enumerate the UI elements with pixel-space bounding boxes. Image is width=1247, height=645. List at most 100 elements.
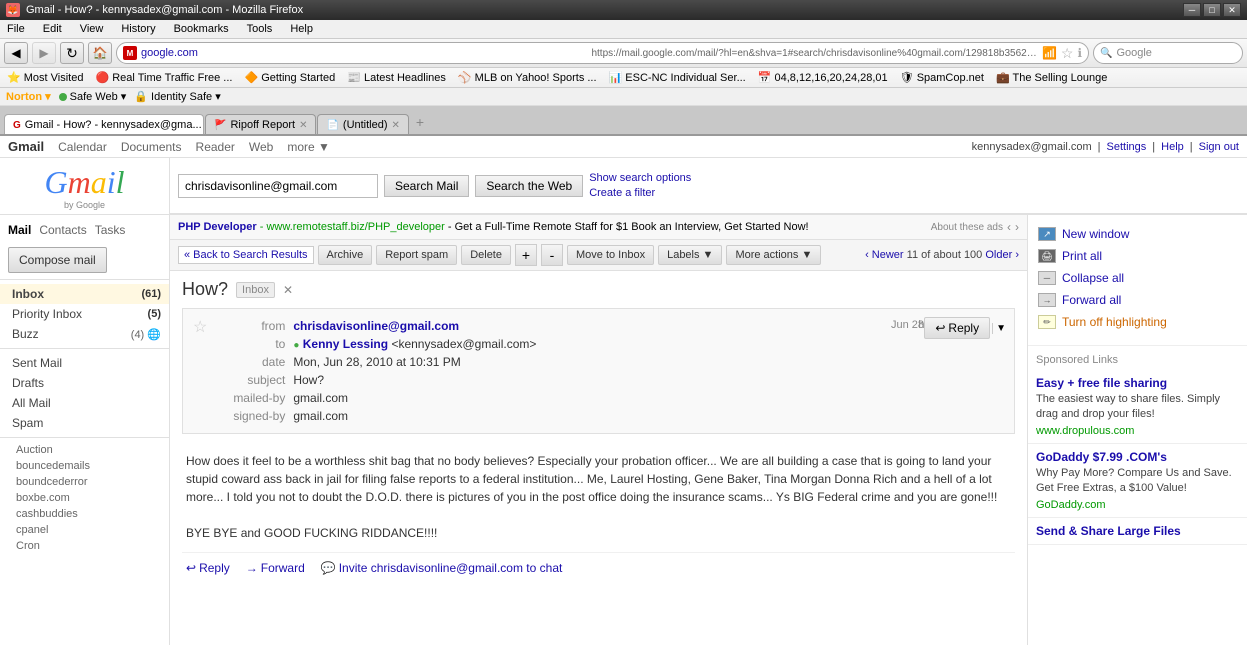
search-input[interactable] bbox=[178, 174, 378, 198]
nav-web[interactable]: Web bbox=[249, 140, 273, 154]
move-to-inbox-btn[interactable]: Move to Inbox bbox=[567, 245, 654, 265]
bookmark-spamcop[interactable]: 🛡 SpamCop.net bbox=[897, 70, 987, 85]
reply-dropdown-btn[interactable]: ▼ bbox=[992, 323, 1006, 334]
compose-btn[interactable]: Compose mail bbox=[8, 247, 107, 273]
info-icon[interactable]: ℹ bbox=[1077, 46, 1082, 60]
sidebar-item-priority[interactable]: Priority Inbox (5) bbox=[0, 304, 169, 324]
sidebar-tasks-label[interactable]: Tasks bbox=[95, 223, 126, 237]
forward-footer-link[interactable]: → Forward bbox=[246, 561, 305, 575]
bookmark-most-visited[interactable]: ⭐ Most Visited bbox=[4, 70, 86, 85]
archive-btn[interactable]: Archive bbox=[318, 245, 373, 265]
minimize-btn[interactable]: ─ bbox=[1183, 3, 1201, 17]
new-window-link[interactable]: ↗ New window bbox=[1036, 223, 1239, 245]
tab-ripoff-close[interactable]: ✕ bbox=[299, 120, 307, 131]
nav-calendar[interactable]: Calendar bbox=[58, 140, 107, 154]
back-to-search-btn[interactable]: « Back to Search Results bbox=[178, 246, 314, 264]
sidebar-mail-label[interactable]: Mail bbox=[8, 223, 31, 237]
search-mail-btn[interactable]: Search Mail bbox=[384, 175, 469, 197]
home-btn[interactable]: 🏠 bbox=[88, 42, 112, 64]
delete-btn[interactable]: Delete bbox=[461, 245, 511, 265]
importance-plus-btn[interactable]: + bbox=[515, 244, 537, 266]
sidebar-sub-cpanel[interactable]: cpanel bbox=[0, 522, 169, 538]
ad-prev-btn[interactable]: ‹ bbox=[1007, 220, 1011, 234]
menu-bookmarks[interactable]: Bookmarks bbox=[171, 22, 232, 36]
turn-off-highlighting-link[interactable]: ✏ Turn off highlighting bbox=[1036, 311, 1239, 333]
nav-reader[interactable]: Reader bbox=[196, 140, 235, 154]
ad2-title[interactable]: Send & Share Large Files bbox=[1036, 524, 1181, 538]
rss-icon[interactable]: 📶 bbox=[1042, 46, 1057, 60]
reply-footer-link[interactable]: ↩ Reply bbox=[186, 561, 230, 575]
older-link[interactable]: Older › bbox=[985, 249, 1019, 261]
show-options-link[interactable]: Show search options bbox=[589, 172, 691, 184]
sidebar-item-allmail[interactable]: All Mail bbox=[0, 393, 169, 413]
ad0-title[interactable]: Easy + free file sharing bbox=[1036, 376, 1167, 390]
sidebar-sub-cron[interactable]: Cron bbox=[0, 538, 169, 554]
tab-ripoff[interactable]: 🚩 Ripoff Report ✕ bbox=[205, 114, 316, 134]
menu-history[interactable]: History bbox=[118, 22, 158, 36]
close-btn[interactable]: ✕ bbox=[1223, 3, 1241, 17]
bookmark-started[interactable]: 🔶 Getting Started bbox=[241, 70, 338, 85]
safeweb-item[interactable]: Safe Web ▾ bbox=[59, 90, 127, 103]
print-all-link[interactable]: 🖨 Print all bbox=[1036, 245, 1239, 267]
sidebar-sub-boxbe[interactable]: boxbe.com bbox=[0, 490, 169, 506]
bookmark-esc[interactable]: 📊 ESC-NC Individual Ser... bbox=[606, 70, 749, 85]
bookmark-realtime[interactable]: 🔴 Real Time Traffic Free ... bbox=[92, 70, 235, 85]
sidebar-item-buzz[interactable]: Buzz (4) 🌐 bbox=[0, 324, 169, 344]
sidebar-item-sent[interactable]: Sent Mail bbox=[0, 353, 169, 373]
sidebar-sub-cash[interactable]: cashbuddies bbox=[0, 506, 169, 522]
ad-next-btn[interactable]: › bbox=[1015, 220, 1019, 234]
close-thread-btn[interactable]: ✕ bbox=[283, 283, 293, 297]
back-btn[interactable]: ◀ bbox=[4, 42, 28, 64]
sidebar-sub-bound[interactable]: boundcederror bbox=[0, 474, 169, 490]
sender-link[interactable]: chrisdavisonline@gmail.com bbox=[293, 319, 459, 333]
sidebar-sub-auction[interactable]: Auction bbox=[0, 442, 169, 458]
settings-link[interactable]: Settings bbox=[1107, 141, 1147, 153]
to-name-link[interactable]: Kenny Lessing bbox=[303, 337, 388, 351]
more-actions-btn[interactable]: More actions ▼ bbox=[726, 245, 821, 265]
tab-gmail[interactable]: G Gmail - How? - kennysadex@gma... ✕ bbox=[4, 114, 204, 134]
sidebar-item-inbox[interactable]: Inbox (61) bbox=[0, 284, 169, 304]
invite-chat-link[interactable]: 💬 Invite chrisdavisonline@gmail.com to c… bbox=[321, 561, 563, 575]
reply-btn[interactable]: ↩ Reply bbox=[924, 317, 990, 339]
about-ads-link[interactable]: About these ads bbox=[931, 222, 1003, 233]
signout-link[interactable]: Sign out bbox=[1199, 141, 1239, 153]
sidebar-item-spam[interactable]: Spam bbox=[0, 413, 169, 433]
forward-all-link[interactable]: → Forward all bbox=[1036, 289, 1239, 311]
labels-btn[interactable]: Labels ▼ bbox=[658, 245, 722, 265]
maximize-btn[interactable]: □ bbox=[1203, 3, 1221, 17]
menu-edit[interactable]: Edit bbox=[40, 22, 65, 36]
bookmark-mlb[interactable]: ⚾ MLB on Yahoo! Sports ... bbox=[455, 70, 600, 85]
identity-item[interactable]: 🔒 Identity Safe ▾ bbox=[134, 90, 220, 103]
sidebar-sub-bounced[interactable]: bouncedemails bbox=[0, 458, 169, 474]
url-bar[interactable]: M google.com https://mail.google.com/mai… bbox=[116, 42, 1089, 64]
tab-untitled[interactable]: 📄 (Untitled) ✕ bbox=[317, 114, 408, 134]
tab-add-btn[interactable]: + bbox=[410, 110, 430, 134]
nav-documents[interactable]: Documents bbox=[121, 140, 182, 154]
create-filter-link[interactable]: Create a filter bbox=[589, 187, 655, 199]
tab-untitled-close[interactable]: ✕ bbox=[392, 120, 400, 131]
menu-view[interactable]: View bbox=[77, 22, 107, 36]
bookmark-dates[interactable]: 📅 04,8,12,16,20,24,28,01 bbox=[755, 70, 891, 85]
newer-link[interactable]: ‹ Newer bbox=[865, 249, 904, 261]
ad1-title[interactable]: GoDaddy $7.99 .COM's bbox=[1036, 450, 1167, 464]
sidebar-contacts-label[interactable]: Contacts bbox=[39, 223, 86, 237]
reload-btn[interactable]: ↻ bbox=[60, 42, 84, 64]
menu-file[interactable]: File bbox=[4, 22, 28, 36]
importance-minus-btn[interactable]: - bbox=[541, 244, 563, 266]
norton-logo[interactable]: Norton ▾ bbox=[6, 90, 51, 103]
collapse-all-link[interactable]: ─ Collapse all bbox=[1036, 267, 1239, 289]
browser-search-bar[interactable]: 🔍 Google bbox=[1093, 42, 1243, 64]
help-link[interactable]: Help bbox=[1161, 141, 1184, 153]
menu-tools[interactable]: Tools bbox=[244, 22, 276, 36]
forward-btn[interactable]: ▶ bbox=[32, 42, 56, 64]
star-icon[interactable]: ☆ bbox=[1061, 45, 1074, 62]
search-options[interactable]: Show search options Create a filter bbox=[589, 171, 691, 200]
search-web-btn[interactable]: Search the Web bbox=[475, 175, 583, 197]
nav-more[interactable]: more ▼ bbox=[287, 140, 330, 154]
ad-title-link[interactable]: PHP Developer bbox=[178, 221, 257, 233]
sidebar-item-drafts[interactable]: Drafts bbox=[0, 373, 169, 393]
menu-help[interactable]: Help bbox=[287, 22, 316, 36]
report-spam-btn[interactable]: Report spam bbox=[376, 245, 457, 265]
window-controls[interactable]: ─ □ ✕ bbox=[1183, 3, 1241, 17]
star-email-btn[interactable]: ☆ bbox=[193, 317, 207, 425]
